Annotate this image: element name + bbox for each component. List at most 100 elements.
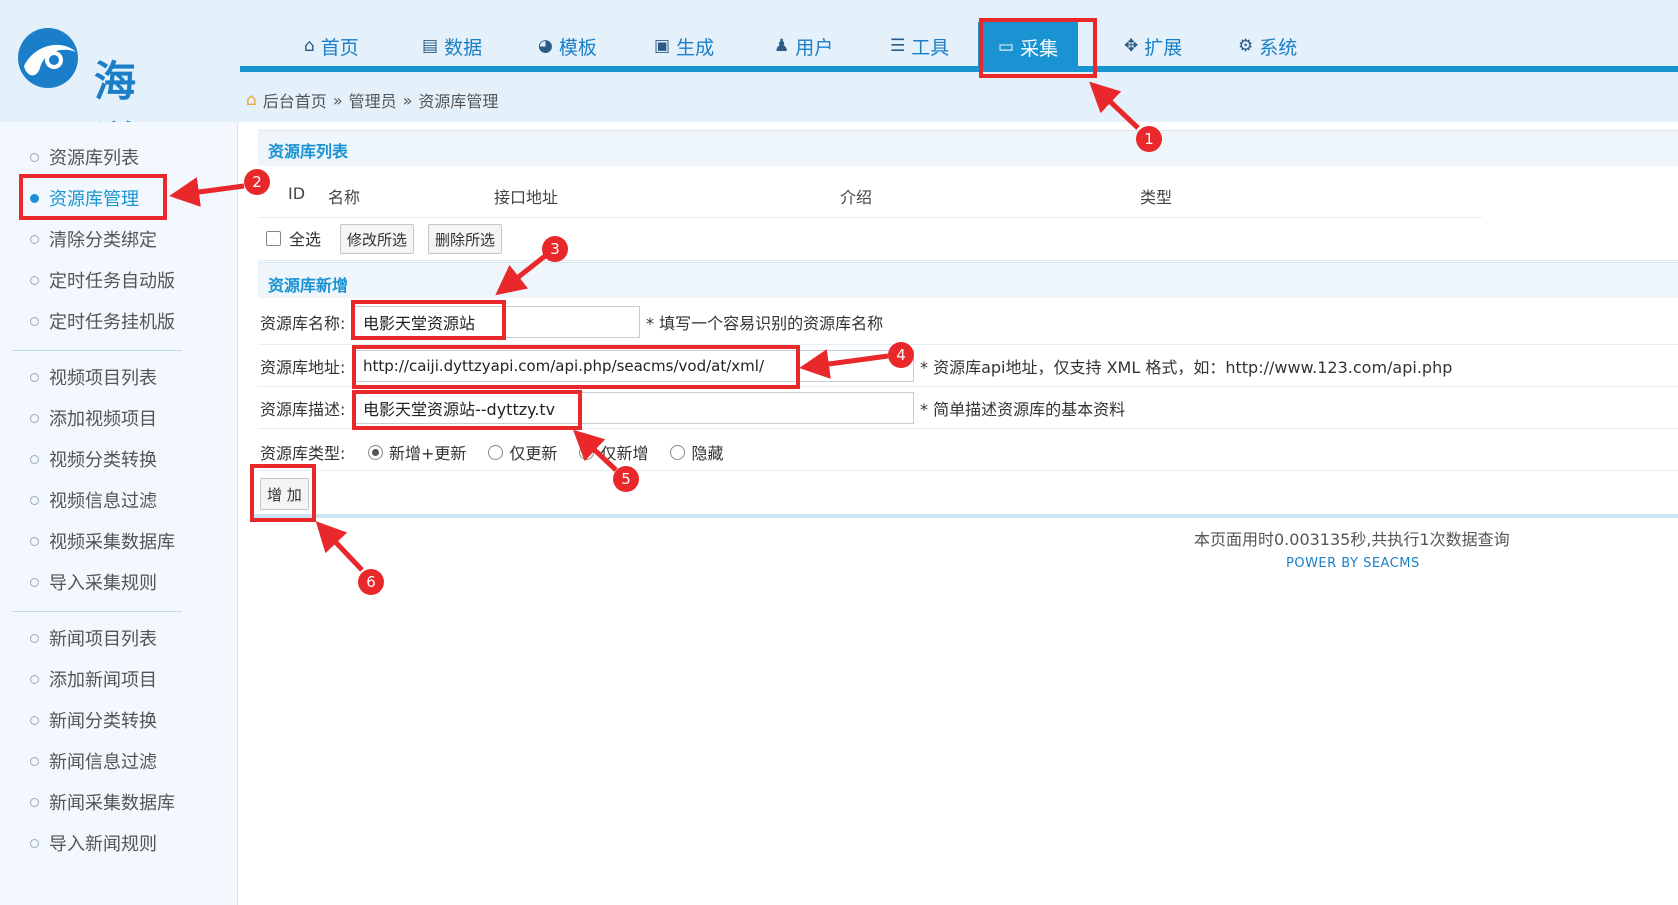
type-radio-add-only[interactable]: 仅新增	[579, 440, 648, 464]
footer-divider	[250, 514, 1678, 518]
sidebar-item-news-list[interactable]: 新闻项目列表	[30, 625, 157, 651]
radio-circle[interactable]	[579, 444, 595, 460]
type-label: 资源库类型:	[260, 444, 346, 463]
radio-label: 仅更新	[509, 444, 558, 463]
monitor-icon: ▭	[998, 37, 1015, 57]
url-input[interactable]: http://caiji.dyttzyapi.com/api.php/seacm…	[354, 350, 914, 382]
bullet-icon	[30, 193, 39, 203]
row-divider	[258, 428, 1678, 429]
bullet-icon	[30, 275, 39, 285]
sidebar-item-add-video[interactable]: 添加视频项目	[30, 405, 157, 431]
breadcrumb-admin[interactable]: 管理员	[349, 88, 397, 112]
sidebar-item-label: 新闻采集数据库	[49, 793, 175, 814]
breadcrumb-home[interactable]: 后台首页	[263, 88, 327, 112]
column-header-type: 类型	[1140, 188, 1173, 207]
radio-circle[interactable]	[368, 444, 383, 460]
edit-selected-button[interactable]: 修改所选	[340, 224, 415, 254]
add-button[interactable]: 增 加	[260, 478, 309, 510]
checkbox-box[interactable]	[266, 230, 281, 246]
column-header-id: ID	[288, 184, 306, 203]
nav-item-extend[interactable]: ✥ 扩展	[1124, 28, 1182, 64]
nav-item-user[interactable]: ♟ 用户	[774, 28, 833, 64]
nav-item-collect[interactable]: ▭ 采集	[978, 22, 1079, 72]
row-divider	[258, 260, 1678, 261]
radio-circle[interactable]	[488, 444, 504, 460]
breadcrumb: ⌂ 后台首页 » 管理员 » 资源库管理	[246, 88, 498, 112]
type-radio-add-update[interactable]: 新增+更新	[368, 440, 466, 464]
bullet-icon	[30, 495, 39, 505]
select-all-checkbox[interactable]: 全选	[266, 226, 321, 250]
sidebar-item-video-list[interactable]: 视频项目列表	[30, 364, 157, 390]
sidebar: 资源库列表 资源库管理 清除分类绑定 定时任务自动版 定时任务挂机版 视频项目列…	[0, 122, 238, 905]
breadcrumb-sep: »	[332, 90, 343, 110]
nav-item-template[interactable]: ◕ 模板	[538, 28, 597, 64]
sidebar-item-label: 导入新闻规则	[49, 834, 157, 855]
sidebar-item-resource-manage[interactable]: 资源库管理	[30, 185, 139, 211]
annotation-badge-5: 5	[613, 466, 639, 492]
nav-label: 采集	[1020, 37, 1059, 60]
sidebar-item-resource-list[interactable]: 资源库列表	[30, 144, 139, 170]
radio-label: 隐藏	[691, 444, 724, 463]
data-icon: ▤	[422, 36, 439, 56]
sidebar-item-video-filter[interactable]: 视频信息过滤	[30, 487, 157, 513]
sidebar-item-news-category[interactable]: 新闻分类转换	[30, 707, 157, 733]
home-icon: ⌂	[246, 90, 257, 110]
nav-item-home[interactable]: ⌂ 首页	[304, 28, 359, 64]
page: 海洋 ⌂ 首页 ▤ 数据 ◕ 模板 ▣ 生成 ♟ 用户	[0, 0, 1678, 905]
sidebar-item-cron-idle[interactable]: 定时任务挂机版	[30, 308, 175, 334]
sidebar-item-clear-binding[interactable]: 清除分类绑定	[30, 226, 157, 252]
bullet-icon	[30, 715, 39, 725]
nav-label: 用户	[795, 36, 834, 59]
nav-label: 系统	[1259, 36, 1298, 59]
nav-item-data[interactable]: ▤ 数据	[422, 28, 482, 64]
sidebar-item-add-news[interactable]: 添加新闻项目	[30, 666, 157, 692]
row-divider	[258, 344, 1678, 345]
bullet-icon	[30, 372, 39, 382]
header: 海洋 ⌂ 首页 ▤ 数据 ◕ 模板 ▣ 生成 ♟ 用户	[0, 0, 1678, 167]
bullet-icon	[30, 454, 39, 464]
tools-icon: ☰	[890, 36, 906, 56]
sidebar-item-label: 定时任务自动版	[49, 271, 175, 292]
sidebar-item-cron-auto[interactable]: 定时任务自动版	[30, 267, 175, 293]
palette-icon: ◕	[538, 36, 553, 56]
bullet-icon	[30, 756, 39, 766]
sidebar-item-news-filter[interactable]: 新闻信息过滤	[30, 748, 157, 774]
name-input[interactable]: 电影天堂资源站	[354, 306, 640, 338]
annotation-badge-3: 3	[542, 236, 568, 262]
footer-power-link[interactable]: POWER BY SEACMS	[1286, 556, 1420, 571]
sidebar-item-import-rules[interactable]: 导入采集规则	[30, 569, 157, 595]
nav-label: 工具	[911, 36, 950, 59]
desc-input[interactable]: 电影天堂资源站--dyttzy.tv	[354, 392, 914, 424]
radio-circle[interactable]	[670, 444, 686, 460]
main-content: 资源库列表 ID 名称 接口地址 介绍 类型 全选 修改所选 删除所选 资源库新…	[240, 122, 1678, 905]
bullet-icon	[30, 152, 39, 162]
top-nav: ⌂ 首页 ▤ 数据 ◕ 模板 ▣ 生成 ♟ 用户 ☰ 工具 ▭ 采集 ✥ 扩展 …	[240, 0, 1678, 72]
sidebar-divider	[12, 611, 182, 612]
generate-icon: ▣	[654, 36, 671, 56]
type-radio-hidden[interactable]: 隐藏	[670, 440, 723, 464]
sidebar-item-label: 视频项目列表	[49, 368, 157, 389]
delete-selected-button[interactable]: 删除所选	[428, 224, 503, 254]
nav-label: 生成	[676, 36, 715, 59]
sidebar-item-news-db[interactable]: 新闻采集数据库	[30, 789, 175, 815]
bullet-icon	[30, 536, 39, 546]
type-radio-update-only[interactable]: 仅更新	[488, 440, 557, 464]
sidebar-item-label: 添加新闻项目	[49, 670, 157, 691]
nav-item-system[interactable]: ⚙ 系统	[1238, 28, 1297, 64]
footer-timing: 本页面用时0.003135秒,共执行1次数据查询	[1194, 530, 1510, 549]
gear-icon: ⚙	[1238, 36, 1254, 56]
radio-label: 仅新增	[600, 444, 649, 463]
form-section-title: 资源库新增	[268, 276, 349, 295]
sidebar-item-import-news-rules[interactable]: 导入新闻规则	[30, 830, 157, 856]
name-label: 资源库名称:	[260, 314, 346, 333]
nav-item-generate[interactable]: ▣ 生成	[654, 28, 714, 64]
sidebar-item-label: 添加视频项目	[49, 409, 157, 430]
sidebar-item-video-db[interactable]: 视频采集数据库	[30, 528, 175, 554]
sidebar-item-label: 新闻项目列表	[49, 629, 157, 650]
column-header-name: 名称	[328, 188, 361, 207]
annotation-badge-2: 2	[244, 169, 270, 195]
section-header-band	[258, 262, 1678, 298]
sidebar-item-video-category[interactable]: 视频分类转换	[30, 446, 157, 472]
nav-item-tools[interactable]: ☰ 工具	[890, 28, 949, 64]
sidebar-item-label: 视频采集数据库	[49, 532, 175, 553]
